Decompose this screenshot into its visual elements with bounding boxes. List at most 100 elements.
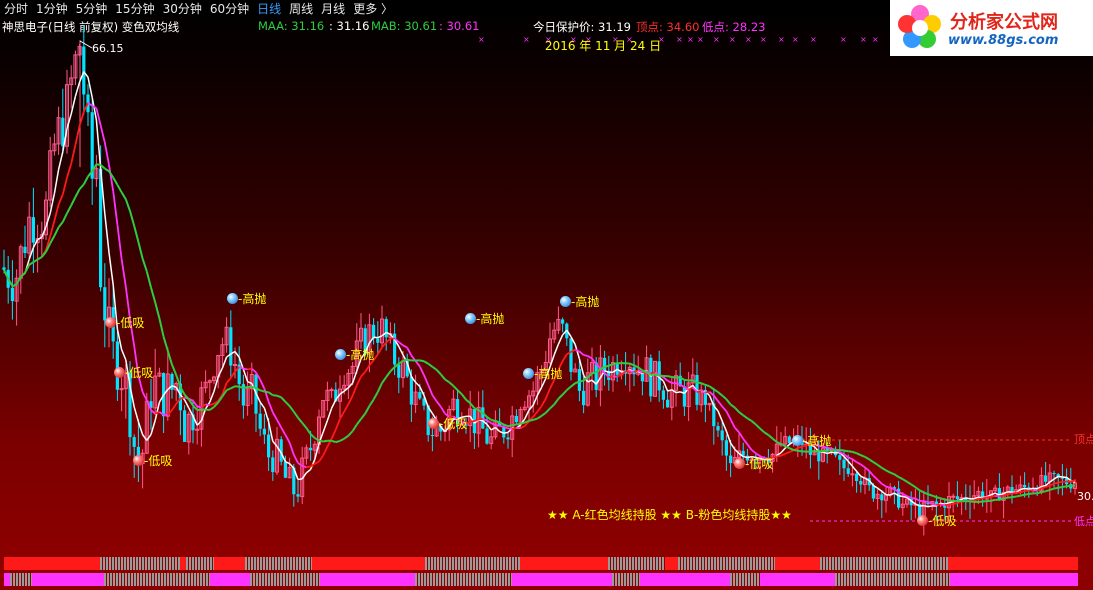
- bar-tick: [485, 557, 487, 570]
- ma-green-line: [503, 423, 509, 428]
- candle: [875, 489, 880, 510]
- site-logo: 分析家公式网 www.88gs.com: [890, 0, 1093, 56]
- bar-tick: [418, 573, 420, 586]
- ma-red-magenta-line: [306, 465, 311, 469]
- candle-body: [729, 455, 733, 464]
- bar-tick: [871, 557, 873, 570]
- ma-white-line: [1049, 478, 1055, 483]
- ma-green-line: [120, 191, 127, 200]
- ma-red-magenta-line: [914, 497, 921, 502]
- ma-red-magenta-line: [544, 388, 551, 399]
- ma-green-line: [507, 424, 513, 428]
- bar-tick: [847, 557, 849, 570]
- bar-tick: [251, 557, 253, 570]
- ma-red-magenta-line: [418, 366, 425, 376]
- bar-tick: [620, 557, 622, 570]
- ma-white-line: [339, 390, 345, 395]
- ma-green-line: [721, 394, 728, 401]
- signal-label: -高抛: [803, 434, 832, 448]
- bar-tick: [479, 557, 481, 570]
- ma-white-line: [242, 369, 249, 382]
- candle: [737, 432, 741, 460]
- candle: [329, 387, 334, 398]
- ma-green-line: [423, 360, 429, 365]
- candle-body: [262, 428, 266, 435]
- bar-tick: [437, 557, 439, 570]
- ma-white-line: [57, 151, 64, 170]
- bar-tick: [509, 557, 511, 570]
- candle: [686, 371, 691, 422]
- bar-tick: [687, 557, 689, 570]
- ma-red-magenta-line: [154, 411, 160, 415]
- candle: [14, 269, 19, 326]
- candle-body: [258, 413, 262, 429]
- high-sell-marker-icon: [465, 313, 476, 324]
- bar-tick: [735, 557, 737, 570]
- ma-green-line: [301, 422, 308, 429]
- bar-tick: [275, 557, 277, 570]
- ma-green-line: [339, 437, 345, 442]
- ma-red-magenta-line: [116, 224, 123, 259]
- signal-bar-strips: [4, 557, 1078, 586]
- bar-tick: [739, 573, 741, 586]
- ma-white-line: [213, 376, 219, 392]
- candle: [1039, 467, 1044, 495]
- ma-white-line: [1058, 475, 1063, 478]
- candle: [674, 370, 678, 407]
- candle-body: [850, 473, 855, 476]
- bar-tick: [708, 557, 710, 570]
- bar-tick: [883, 557, 885, 570]
- ma-red-magenta-line: [679, 383, 685, 388]
- ma-white-line: [314, 443, 320, 460]
- bar-tick: [612, 573, 614, 586]
- bar-tick: [484, 573, 486, 586]
- candle: [640, 371, 644, 396]
- ma-green-line: [713, 388, 719, 393]
- bar-tick: [753, 557, 755, 570]
- candle: [972, 480, 977, 510]
- bar-tick: [296, 557, 298, 570]
- date-label: 2016 年 11 月 24 日: [545, 39, 661, 53]
- signal-label: -低吸: [116, 316, 145, 330]
- ma-red-magenta-line: [876, 479, 883, 485]
- bar-tick: [904, 573, 906, 586]
- bar-tick: [204, 557, 206, 570]
- candle: [35, 224, 40, 273]
- bar-tick: [301, 573, 303, 586]
- ma-green-line: [885, 469, 891, 474]
- bar-tick: [136, 557, 138, 570]
- ma-green-line: [633, 364, 639, 369]
- ma-red-magenta-line: [734, 426, 740, 433]
- ma-green-line: [1011, 495, 1017, 499]
- bar-tick: [130, 557, 132, 570]
- candle: [522, 401, 527, 412]
- signal-label: -高抛: [571, 295, 600, 309]
- ma-red-magenta-line: [520, 425, 526, 429]
- bar-tick: [470, 557, 472, 570]
- bar-tick: [892, 573, 894, 586]
- ma-green-line: [1058, 486, 1063, 489]
- ma-red-magenta-line: [66, 163, 73, 178]
- ma-green-line: [629, 362, 635, 367]
- ma-green-line: [230, 385, 236, 390]
- bar-tick: [617, 557, 619, 570]
- ma-green-line: [360, 413, 366, 420]
- bar-tick: [623, 557, 625, 570]
- ma-green-line: [276, 394, 282, 399]
- ma-green-line: [448, 381, 455, 387]
- bar-tick: [844, 573, 846, 586]
- ma-red-magenta-line: [536, 405, 543, 413]
- candle-body: [716, 426, 720, 431]
- ma-red-magenta-line: [499, 424, 505, 428]
- ma-green-line: [280, 396, 287, 403]
- ma-red-magenta-line: [339, 411, 345, 420]
- bar-tick: [280, 573, 282, 586]
- ma-red-magenta-line: [1049, 482, 1055, 487]
- ma-green-line: [1062, 485, 1067, 489]
- bar-tick: [931, 573, 933, 586]
- ma-red-magenta-line: [141, 391, 148, 401]
- x-marker: ×: [792, 35, 799, 44]
- bar-tick: [653, 557, 655, 570]
- bar-tick: [200, 573, 202, 586]
- ma-red-magenta-line: [973, 498, 979, 502]
